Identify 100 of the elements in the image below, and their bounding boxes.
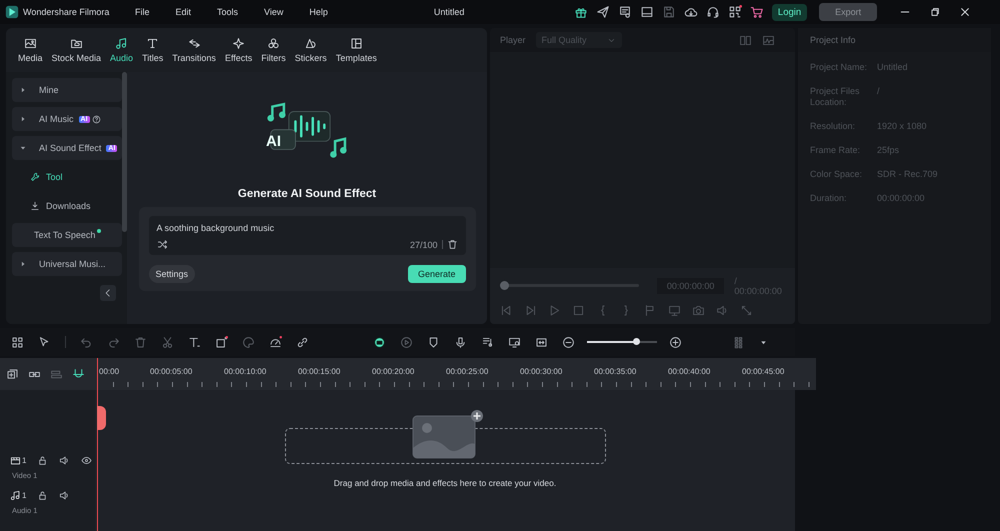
palette-icon[interactable]	[242, 336, 255, 348]
track-count: 1	[22, 456, 26, 465]
tab[interactable]: Filters	[261, 37, 286, 63]
info-value: 1920 x 1080	[877, 121, 927, 132]
drop-zone[interactable]	[284, 408, 606, 464]
meter-icon[interactable]	[732, 336, 745, 348]
tab[interactable]: Stock Media	[52, 37, 102, 63]
tab[interactable]: Titles	[142, 37, 164, 63]
tab[interactable]: Media	[18, 37, 43, 63]
info-label: Frame Rate:	[810, 145, 862, 156]
sidebar-subitem[interactable]: Tool	[12, 165, 122, 189]
restore-icon[interactable]	[929, 6, 942, 18]
save-icon[interactable]	[662, 5, 676, 19]
music-list-icon[interactable]	[481, 336, 494, 348]
lock-icon[interactable]	[37, 490, 48, 501]
info-value: 00:00:00:00	[877, 193, 925, 204]
menu-item[interactable]: Help	[309, 7, 328, 17]
info-label: Project Name:	[810, 62, 868, 73]
microphone-icon[interactable]	[454, 336, 467, 348]
text-icon[interactable]	[188, 336, 201, 348]
ruler-label: 00:00:10:00	[224, 367, 268, 376]
menu-item[interactable]: View	[264, 7, 284, 17]
ruler-label: 00:00:15:00	[298, 367, 342, 376]
info-value: 25fps	[877, 145, 900, 156]
sidebar-subitem[interactable]: Downloads	[12, 194, 122, 218]
tab[interactable]: Stickers	[294, 37, 327, 63]
sidebar-item[interactable]: Mine	[12, 78, 122, 102]
text-icon	[146, 37, 160, 50]
scissors-icon[interactable]	[161, 336, 174, 348]
close-icon[interactable]	[959, 6, 972, 18]
speaker-icon[interactable]	[59, 455, 70, 466]
speed-icon[interactable]	[269, 336, 282, 348]
lock-icon[interactable]	[37, 455, 48, 466]
undo-icon[interactable]	[80, 336, 93, 348]
speaker-icon[interactable]	[59, 490, 70, 501]
cart-icon[interactable]	[750, 5, 764, 19]
menu-item[interactable]: Edit	[176, 7, 192, 17]
settings-button[interactable]: Settings	[148, 265, 196, 283]
drop-hint: Drag and drop media and effects here to create your video.	[334, 478, 556, 488]
eye-icon[interactable]	[81, 455, 92, 466]
help-icon[interactable]	[92, 114, 101, 124]
magnet-icon[interactable]	[72, 368, 85, 380]
tab[interactable]: Audio	[110, 37, 134, 63]
tab[interactable]: Templates	[336, 37, 377, 63]
layout-icon[interactable]	[640, 5, 654, 19]
music-note-icon	[115, 37, 128, 50]
ruler-label: 00:00:35:00	[594, 367, 638, 376]
pointer-icon[interactable]	[38, 336, 51, 348]
film-icon	[10, 455, 21, 466]
feedback-icon[interactable]	[618, 5, 632, 19]
playhead-handle[interactable]	[97, 406, 106, 430]
add-track-icon[interactable]	[6, 368, 19, 380]
sidebar-label: Text To Speech	[34, 230, 96, 240]
link-icon[interactable]	[296, 336, 309, 348]
media-placeholder-icon	[410, 408, 482, 460]
sidebar-item[interactable]: Text To Speech	[12, 223, 122, 247]
caret-right-icon	[20, 261, 26, 267]
send-icon[interactable]	[596, 5, 610, 19]
caret-right-icon	[20, 116, 26, 122]
grid-icon[interactable]	[11, 336, 24, 348]
download-icon	[30, 201, 40, 211]
tab[interactable]: Effects	[224, 37, 252, 63]
qr-code-icon[interactable]	[728, 5, 742, 19]
track-count: 1	[22, 491, 26, 500]
sidebar-item[interactable]: Universal Musi...	[12, 252, 122, 276]
ruler-label: 00:00:05:00	[150, 367, 194, 376]
redo-icon[interactable]	[107, 336, 120, 348]
generate-button[interactable]: Generate	[408, 265, 466, 283]
zoom-in-icon[interactable]	[669, 336, 682, 348]
circles-icon	[267, 37, 280, 50]
zoom-out-icon[interactable]	[562, 336, 575, 348]
tab[interactable]: Transitions	[172, 37, 216, 63]
split-icon[interactable]	[535, 336, 548, 348]
info-value: Untitled	[877, 62, 908, 73]
collapse-button[interactable]	[100, 285, 116, 301]
crop-icon[interactable]	[215, 336, 228, 348]
info-value: SDR - Rec.709	[877, 169, 938, 180]
menu-item[interactable]: File	[135, 7, 150, 17]
headset-icon[interactable]	[706, 5, 720, 19]
sticker-icon	[304, 37, 318, 50]
ruler-label: 00:00:20:00	[372, 367, 416, 376]
info-label: Project Files Location:	[810, 86, 861, 108]
sidebar-label: Mine	[39, 85, 59, 95]
music-note-icon	[10, 490, 21, 501]
sidebar-label: Universal Musi...	[39, 259, 106, 269]
arrows-icon	[188, 37, 201, 50]
trash-icon[interactable]	[446, 239, 458, 250]
ruler-label: 00:00:40:00	[668, 367, 712, 376]
marker-icon[interactable]	[427, 336, 440, 348]
prompt-field[interactable]: A soothing background music 27/100	[148, 216, 466, 255]
generator-title: Generate AI Sound Effect	[238, 188, 376, 200]
window-title: Untitled	[434, 7, 466, 17]
ruler-label: 00:00:25:00	[446, 367, 490, 376]
menu-item[interactable]: Tools	[217, 7, 238, 17]
login-button[interactable]: Login	[772, 4, 808, 20]
screen-record-icon[interactable]	[508, 336, 521, 348]
sparkle-icon	[232, 37, 246, 50]
info-label: Duration:	[810, 193, 848, 204]
cloud-upload-icon[interactable]	[684, 5, 698, 19]
shuffle-icon[interactable]	[156, 239, 168, 250]
